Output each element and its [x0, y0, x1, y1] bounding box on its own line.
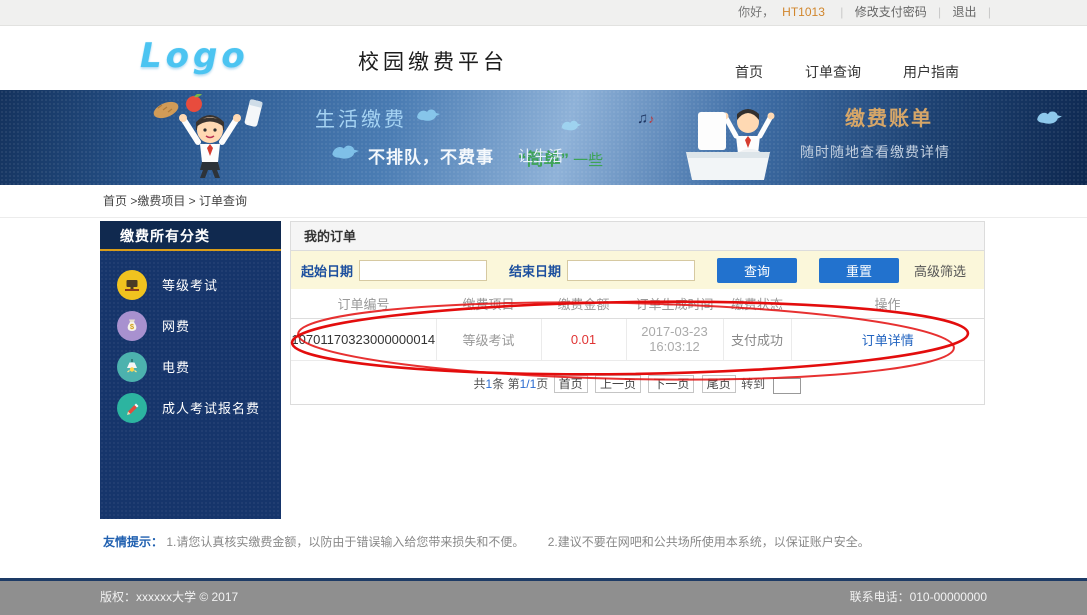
money-bag-icon: $ — [117, 311, 147, 341]
col-created-time: 订单生成时间 — [626, 289, 723, 318]
nav-home[interactable]: 首页 — [735, 62, 763, 82]
promo-banner: 生活缴费 不排队，不费事 让生活 “简单” 一些 ♫♪ — [0, 90, 1087, 185]
search-button[interactable]: 查询 — [717, 258, 797, 283]
orders-table: 订单编号 缴费项目 缴费金额 订单生成时间 缴费状态 操作 1070117032… — [291, 289, 984, 361]
sidebar-item-label: 电费 — [162, 357, 190, 376]
bird-icon — [415, 106, 441, 124]
sidebar-title: 缴费所有分类 — [100, 221, 281, 251]
goto-page-input[interactable] — [773, 378, 801, 394]
site-header: Logo 校园缴费平台 首页 订单查询 用户指南 — [0, 26, 1087, 90]
nav-order-query[interactable]: 订单查询 — [805, 62, 861, 82]
nav-user-guide[interactable]: 用户指南 — [903, 62, 959, 82]
tip-2: 2.建议不要在网吧和公共场所使用本系统，以保证账户安全。 — [548, 535, 870, 549]
order-status-cell: 支付成功 — [723, 318, 791, 360]
orders-table-header-row: 订单编号 缴费项目 缴费金额 订单生成时间 缴费状态 操作 — [291, 289, 984, 318]
reset-button[interactable]: 重置 — [819, 258, 899, 283]
end-date-input[interactable] — [567, 260, 695, 281]
lamp-icon — [117, 352, 147, 382]
friendly-tips: 友情提示： 1.请您认真核实缴费金额，以防由于错误输入给您带来损失和不便。 2.… — [103, 533, 1087, 550]
breadcrumb: 首页 >缴费项目 > 订单查询 — [0, 185, 1087, 218]
order-number-cell: 10701170323000000014 — [291, 318, 436, 360]
topbar-divider: | — [938, 5, 941, 19]
topbar-divider: | — [988, 5, 991, 19]
boy-with-food-illustration — [150, 94, 272, 182]
sidebar-item-adult-exam-fee[interactable]: 成人考试报名费 — [100, 387, 281, 428]
end-date-label: 结束日期 — [509, 261, 561, 280]
sidebar-item-level-exam[interactable]: 等级考试 — [100, 264, 281, 305]
col-order-no: 订单编号 — [291, 289, 436, 318]
order-row: 10701170323000000014 等级考试 0.01 2017-03-2… — [291, 318, 984, 360]
pagination: 共1条 第1/1页 首页 上一页 下一页 尾页 转到 — [291, 375, 984, 395]
man-at-desk-illustration — [668, 96, 793, 184]
topbar: 你好，HT1013 | 修改支付密码 | 退出 | — [0, 0, 1087, 26]
start-date-input[interactable] — [359, 260, 487, 281]
order-time-cell: 2017-03-23 16:03:12 — [626, 318, 723, 360]
prev-page-button[interactable]: 上一页 — [595, 375, 641, 393]
orders-panel: 我的订单 起始日期 结束日期 查询 重置 高级筛选 订单编号 缴费项目 — [290, 221, 985, 405]
sidebar-item-label: 成人考试报名费 — [162, 398, 260, 417]
banner-slogan-tail: 让生活 “简单” 一些 — [518, 145, 603, 170]
copyright-text: 版权：xxxxxx大学 © 2017 — [100, 581, 238, 614]
start-date-label: 起始日期 — [301, 261, 353, 280]
banner-right-subtitle: 随时随地查看缴费详情 — [800, 142, 950, 162]
sidebar-item-label: 网费 — [162, 316, 190, 335]
contact-phone: 联系电话：010-00000000 — [850, 581, 987, 614]
music-notes-icon: ♫♪ — [637, 110, 654, 127]
next-page-button[interactable]: 下一页 — [648, 375, 694, 393]
tip-1: 1.请您认真核实缴费金额，以防由于错误输入给您带来损失和不便。 — [166, 535, 524, 549]
order-amount-cell: 0.01 — [541, 318, 626, 360]
topbar-divider: | — [840, 5, 843, 19]
banner-slogan-main: 生活缴费 — [315, 103, 407, 132]
change-payment-password-link[interactable]: 修改支付密码 — [855, 5, 927, 19]
logout-link[interactable]: 退出 — [953, 5, 977, 19]
advanced-filter-link[interactable]: 高级筛选 — [914, 261, 966, 280]
category-sidebar: 缴费所有分类 等级考试 — [100, 221, 281, 519]
last-page-button[interactable]: 尾页 — [702, 375, 736, 393]
order-detail-link[interactable]: 订单详情 — [862, 333, 914, 348]
campus-payment-page: 你好，HT1013 | 修改支付密码 | 退出 | Logo 校园缴费平台 首页… — [0, 0, 1087, 615]
site-logo[interactable]: Logo — [140, 36, 249, 76]
sidebar-item-internet-fee[interactable]: $ 网费 — [100, 305, 281, 346]
first-page-button[interactable]: 首页 — [554, 375, 588, 393]
sidebar-item-label: 等级考试 — [162, 275, 218, 294]
banner-slogan-sub: 不排队，不费事 — [368, 143, 494, 168]
bird-icon — [1035, 108, 1063, 127]
username: HT1013 — [782, 5, 825, 19]
goto-label: 转到 — [741, 377, 765, 391]
col-status: 缴费状态 — [723, 289, 791, 318]
banner-right-title: 缴费账单 — [845, 102, 933, 131]
order-filter-bar: 起始日期 结束日期 查询 重置 高级筛选 — [291, 251, 984, 289]
main-nav: 首页 订单查询 用户指南 — [735, 62, 959, 82]
exam-desk-icon — [117, 270, 147, 300]
bird-icon — [560, 118, 582, 133]
page-footer: 版权：xxxxxx大学 © 2017 联系电话：010-00000000 — [0, 578, 1087, 615]
bird-icon — [330, 142, 360, 162]
sidebar-item-electricity-fee[interactable]: 电费 — [100, 346, 281, 387]
site-title: 校园缴费平台 — [358, 46, 508, 76]
pencil-icon — [117, 393, 147, 423]
content-area: 缴费所有分类 等级考试 — [100, 221, 985, 519]
page-indicator: 1/1 — [520, 377, 537, 391]
col-action: 操作 — [791, 289, 984, 318]
col-amount: 缴费金额 — [541, 289, 626, 318]
col-item: 缴费项目 — [436, 289, 541, 318]
greeting-text: 你好，HT1013 — [734, 5, 829, 19]
orders-panel-title: 我的订单 — [291, 222, 984, 251]
tips-label: 友情提示： — [103, 535, 163, 549]
order-item-cell: 等级考试 — [436, 318, 541, 360]
order-action-cell: 订单详情 — [791, 318, 984, 360]
